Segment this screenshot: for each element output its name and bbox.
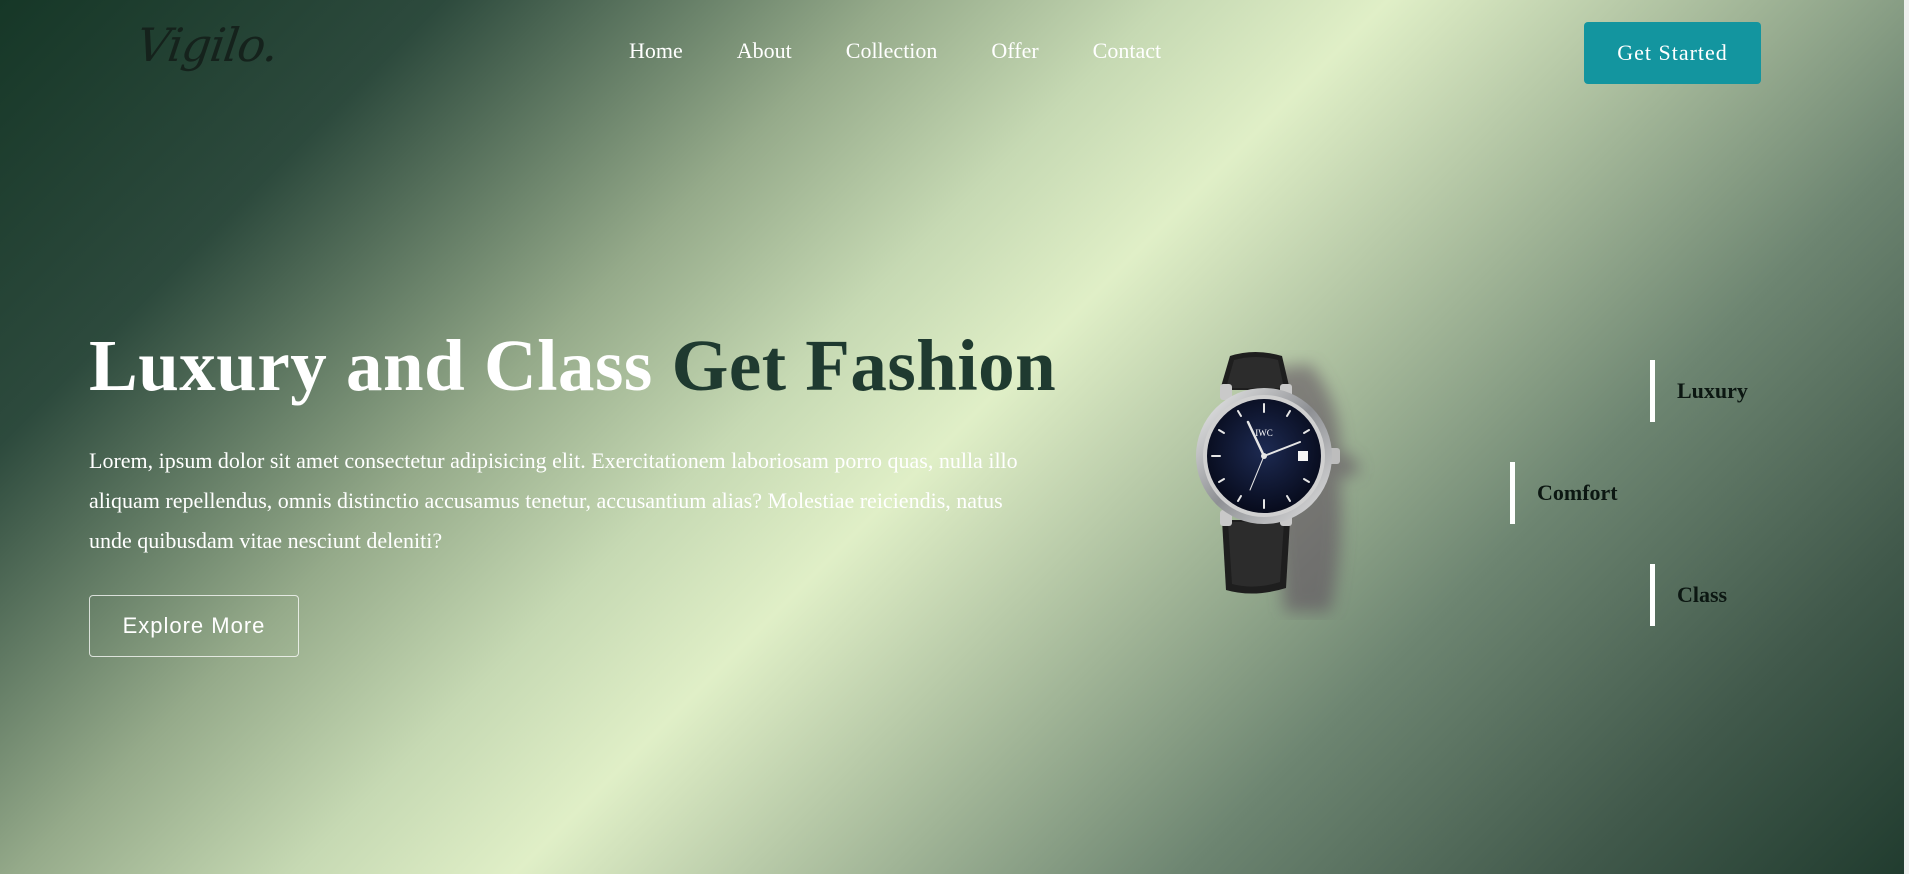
nav-item-collection[interactable]: Collection [846, 38, 938, 64]
page-scrollbar[interactable] [1904, 0, 1909, 874]
explore-more-button[interactable]: Explore More [89, 595, 299, 657]
feature-luxury: Luxury [1650, 360, 1748, 422]
hero-description: Lorem, ipsum dolor sit amet consectetur … [89, 448, 1018, 553]
hero-title-light: Luxury and Class [89, 325, 653, 406]
feature-bar [1650, 360, 1655, 422]
feature-bar [1510, 462, 1515, 524]
main-nav: Home About Collection Offer Contact [629, 38, 1161, 64]
feature-class: Class [1650, 564, 1727, 626]
feature-label-class: Class [1677, 582, 1728, 607]
nav-item-offer[interactable]: Offer [991, 38, 1038, 64]
feature-bar [1650, 564, 1655, 626]
hero-title-dark: Get Fashion [671, 325, 1057, 406]
nav-item-home[interactable]: Home [629, 38, 683, 64]
hero-section: Vigilo. Home About Collection Offer Cont… [0, 0, 1904, 874]
nav-item-about[interactable]: About [737, 38, 792, 64]
logo[interactable]: Vigilo. [133, 18, 281, 72]
watch-brand-text: IWC [1255, 428, 1273, 438]
feature-label-comfort: Comfort [1537, 480, 1618, 505]
feature-comfort: Comfort [1510, 462, 1618, 524]
get-started-button[interactable]: Get Started [1584, 22, 1761, 84]
watch-image: IWC [1196, 352, 1358, 612]
nav-item-contact[interactable]: Contact [1093, 38, 1161, 64]
feature-label-luxury: Luxury [1677, 378, 1748, 403]
hero-title: Luxury and Class Get Fashion [89, 324, 1056, 408]
